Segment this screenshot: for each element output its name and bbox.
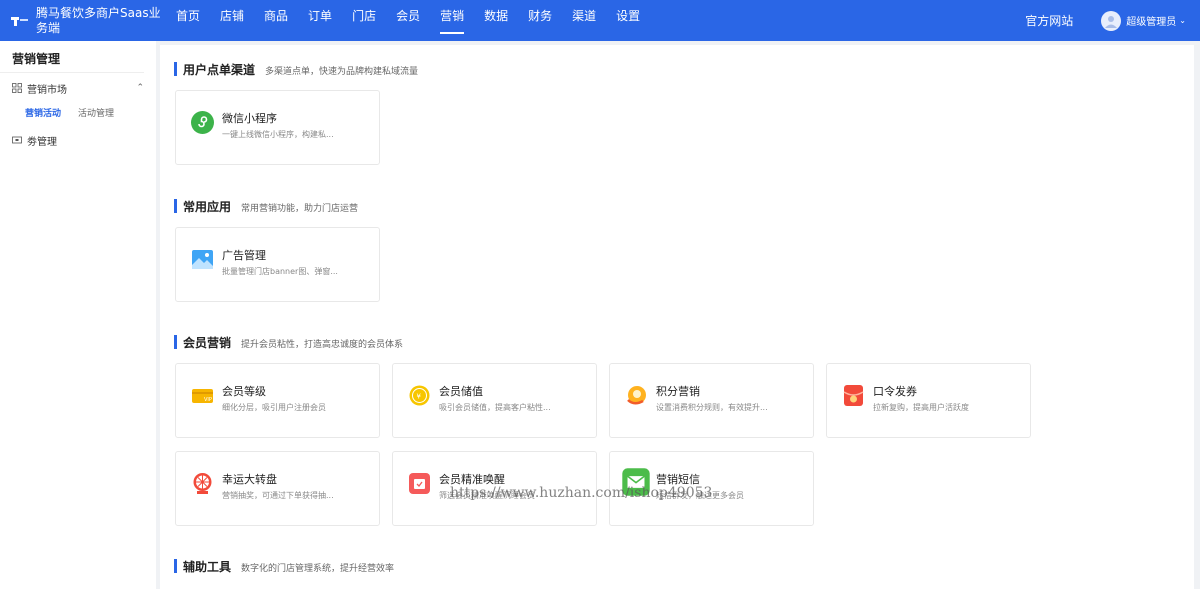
top-navbar: 腾马餐饮多商户Saas业务端 首页 店铺 商品 订单 门店 会员 营销 数据 财… xyxy=(0,0,1200,41)
card-title: 广告管理 xyxy=(222,249,266,262)
red-envelope-icon xyxy=(843,385,864,406)
card-member-level[interactable]: VIP 会员等级 细化分层，吸引用户注册会员 xyxy=(175,363,380,438)
nav-item-settings[interactable]: 设置 xyxy=(606,0,650,41)
section-order-channels: 用户点单渠道 多渠道点单，快速为品牌构建私域流量 xyxy=(174,61,418,77)
svg-text:VIP: VIP xyxy=(204,397,212,403)
vip-card-icon: VIP xyxy=(192,389,213,403)
nav-item-stores[interactable]: 门店 xyxy=(342,0,386,41)
nav-item-members[interactable]: 会员 xyxy=(386,0,430,41)
main-content: 用户点单渠道 多渠道点单，快速为品牌构建私域流量 微信小程序 一键上线微信小程序… xyxy=(160,45,1194,589)
sidebar-group-market[interactable]: 营销市场 ⌃ xyxy=(0,75,156,101)
header-right: 官方网站 超级管理员 ⌄ xyxy=(1025,0,1200,41)
section-desc: 提升会员粘性，打造高忠诚度的会员体系 xyxy=(241,340,404,350)
section-marker xyxy=(174,559,177,573)
user-name: 超级管理员 xyxy=(1126,17,1177,28)
sidebar-group-label: 营销市场 xyxy=(27,84,67,96)
card-title: 口令发券 xyxy=(873,385,917,398)
brand[interactable]: 腾马餐饮多商户Saas业务端 xyxy=(0,0,166,41)
section-title: 常用应用 xyxy=(183,200,232,214)
official-site-link[interactable]: 官方网站 xyxy=(1025,12,1073,29)
section-desc: 多渠道点单，快速为品牌构建私域流量 xyxy=(265,67,419,77)
card-desc: 营销抽奖，可通过下单获得抽... xyxy=(222,491,334,500)
nav-item-marketing[interactable]: 营销 xyxy=(430,0,474,41)
section-title: 用户点单渠道 xyxy=(183,63,256,77)
card-member-stored-value[interactable]: ¥ 会员储值 吸引会员储值，提高客户粘性... xyxy=(392,363,597,438)
chevron-down-icon: ⌄ xyxy=(1179,16,1186,25)
brand-logo-icon xyxy=(11,16,28,26)
nav-item-orders[interactable]: 订单 xyxy=(298,0,342,41)
card-title: 积分营销 xyxy=(656,385,700,398)
watermark: https://www.huzhan.com/ishop49053 xyxy=(450,485,713,501)
sidebar-group-coupon[interactable]: 劵管理 xyxy=(0,127,156,153)
nav-item-data[interactable]: 数据 xyxy=(474,0,518,41)
prize-wheel-icon xyxy=(193,473,212,494)
section-marker xyxy=(174,62,177,76)
brand-title: 腾马餐饮多商户Saas业务端 xyxy=(36,5,161,35)
ticket-icon xyxy=(12,136,22,144)
card-desc: 设置消费积分规则，有效提升... xyxy=(656,403,768,412)
section-member-marketing: 会员营销 提升会员粘性，打造高忠诚度的会员体系 xyxy=(174,334,403,350)
sidebar-subitems: 营销活动 活动管理 xyxy=(0,101,156,123)
nav-item-home[interactable]: 首页 xyxy=(166,0,210,41)
section-tools: 辅助工具 数字化的门店管理系统，提升经营效率 xyxy=(174,558,394,574)
section-marker xyxy=(174,335,177,349)
grid-icon xyxy=(12,83,22,93)
wechat-miniprogram-icon xyxy=(191,111,214,134)
sidebar-item-activity-manage[interactable]: 活动管理 xyxy=(78,106,114,119)
svg-text:¥: ¥ xyxy=(417,393,422,401)
card-lucky-wheel[interactable]: 幸运大转盘 营销抽奖，可通过下单获得抽... xyxy=(175,451,380,526)
nav-item-finance[interactable]: 财务 xyxy=(518,0,562,41)
user-menu[interactable]: 超级管理员 ⌄ xyxy=(1101,10,1186,31)
card-desc: 批量管理门店banner图、弹窗... xyxy=(222,267,338,276)
nav-item-goods[interactable]: 商品 xyxy=(254,0,298,41)
section-title: 会员营销 xyxy=(183,336,232,350)
sidebar-item-campaigns[interactable]: 营销活动 xyxy=(25,106,61,119)
card-ad-management[interactable]: 广告管理 批量管理门店banner图、弹窗... xyxy=(175,227,380,302)
chevron-up-icon: ⌃ xyxy=(136,83,144,93)
card-title: 会员等级 xyxy=(222,385,266,398)
nav-item-channels[interactable]: 渠道 xyxy=(562,0,606,41)
nav-item-shop[interactable]: 店铺 xyxy=(210,0,254,41)
card-desc: 吸引会员储值，提高客户粘性... xyxy=(439,403,551,412)
user-icon xyxy=(1105,15,1118,28)
card-password-coupon[interactable]: 口令发券 拉新复购，提高用户活跃度 xyxy=(826,363,1031,438)
card-points-marketing[interactable]: 积分营销 设置消费积分规则，有效提升... xyxy=(609,363,814,438)
avatar xyxy=(1101,10,1122,31)
coin-icon: ¥ xyxy=(409,385,430,406)
sidebar-group-label: 劵管理 xyxy=(27,136,57,148)
card-title: 微信小程序 xyxy=(222,112,277,125)
sidebar: 营销管理 营销市场 ⌃ 营销活动 活动管理 劵管理 xyxy=(0,41,156,589)
section-desc: 数字化的门店管理系统，提升经营效率 xyxy=(241,564,395,574)
scroll-gutter xyxy=(1194,41,1200,589)
card-wechat-miniprogram[interactable]: 微信小程序 一键上线微信小程序，构建私... xyxy=(175,90,380,165)
section-common-apps: 常用应用 常用营销功能，助力门店运营 xyxy=(174,198,358,214)
card-title: 会员储值 xyxy=(439,385,483,398)
wakeup-icon xyxy=(409,473,430,494)
main-nav: 首页 店铺 商品 订单 门店 会员 营销 数据 财务 渠道 设置 xyxy=(166,0,650,41)
sidebar-title: 营销管理 xyxy=(0,41,144,73)
section-title: 辅助工具 xyxy=(183,560,232,574)
card-desc: 细化分层，吸引用户注册会员 xyxy=(222,403,326,412)
card-desc: 一键上线微信小程序，构建私... xyxy=(222,130,334,139)
card-title: 幸运大转盘 xyxy=(222,473,277,486)
section-marker xyxy=(174,199,177,213)
card-desc: 拉新复购，提高用户活跃度 xyxy=(873,403,969,412)
image-icon xyxy=(192,250,213,269)
points-icon xyxy=(627,386,646,405)
section-desc: 常用营销功能，助力门店运营 xyxy=(241,204,359,214)
